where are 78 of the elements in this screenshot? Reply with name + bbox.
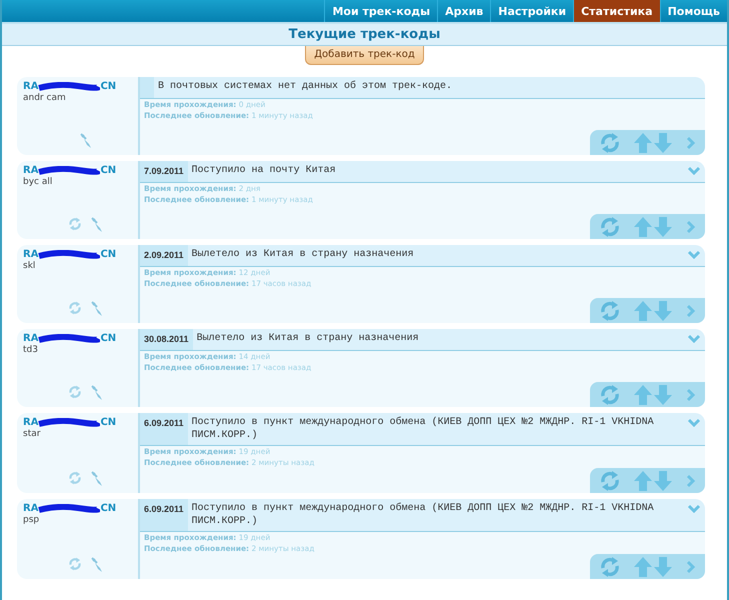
next-icon[interactable]	[686, 136, 696, 150]
next-icon[interactable]	[686, 220, 696, 234]
move-up-icon[interactable]	[633, 216, 654, 238]
satellite-icon[interactable]	[90, 385, 104, 401]
status-message: Поступило в пункт международного обмена (КИЕВ ДОПП ЦЕХ №2 МЖДНР. RI-1 VKHIDNA ПИСМ.КОРР.)	[190, 502, 655, 529]
move-up-icon[interactable]	[633, 556, 654, 578]
satellite-icon[interactable]	[90, 301, 104, 317]
expand-chevron-icon[interactable]	[687, 334, 701, 343]
move-up-icon[interactable]	[633, 470, 654, 492]
refresh-icon[interactable]	[599, 132, 622, 154]
refresh-icon[interactable]	[599, 556, 622, 578]
status-message: Поступило на почту Китая	[190, 164, 337, 178]
event-date: 6.09.2011	[140, 499, 188, 531]
refresh-icon[interactable]	[68, 471, 82, 485]
satellite-icon[interactable]	[90, 217, 104, 233]
track-name: byc all	[23, 177, 54, 187]
move-down-icon[interactable]	[653, 132, 674, 154]
expand-chevron-icon[interactable]	[687, 504, 701, 513]
event-date: 7.09.2011	[140, 161, 188, 182]
track-name: td3	[23, 345, 39, 355]
refresh-icon[interactable]	[68, 557, 82, 571]
redaction-scribble	[38, 82, 100, 92]
status-message: Поступило в пункт международного обмена (КИЕВ ДОПП ЦЕХ №2 МЖДНР. RI-1 VKHIDNA ПИСМ.КОРР.)	[190, 416, 655, 443]
page-title: Текущие трек-коды	[2, 22, 727, 46]
move-up-icon[interactable]	[633, 300, 654, 322]
satellite-icon[interactable]	[90, 557, 104, 573]
move-up-icon[interactable]	[633, 132, 654, 154]
refresh-icon[interactable]	[68, 217, 82, 231]
redaction-scribble	[38, 250, 100, 260]
redaction-scribble	[38, 166, 100, 176]
track-code[interactable]: CN	[100, 249, 116, 260]
next-icon[interactable]	[686, 560, 696, 574]
track-code[interactable]: RA	[23, 165, 38, 176]
track-code[interactable]: CN	[100, 165, 116, 176]
refresh-icon[interactable]	[68, 385, 82, 399]
track-code[interactable]: RA	[23, 417, 38, 428]
next-icon[interactable]	[686, 388, 696, 402]
move-down-icon[interactable]	[653, 300, 674, 322]
redaction-scribble	[38, 504, 100, 514]
next-icon[interactable]	[686, 304, 696, 318]
satellite-icon[interactable]	[90, 471, 104, 487]
redaction-scribble	[38, 418, 100, 428]
refresh-icon[interactable]	[599, 384, 622, 406]
redaction-scribble	[38, 334, 100, 344]
expand-chevron-icon[interactable]	[687, 418, 701, 427]
move-up-icon[interactable]	[633, 384, 654, 406]
move-down-icon[interactable]	[653, 470, 674, 492]
expand-chevron-icon[interactable]	[687, 166, 701, 175]
move-down-icon[interactable]	[653, 216, 674, 238]
event-date: 6.09.2011	[140, 413, 188, 445]
track-code[interactable]: CN	[100, 503, 116, 514]
track-name: andr cam	[23, 93, 67, 103]
track-name: star	[23, 429, 42, 439]
status-message: Вылетело из Китая в страну назначения	[196, 332, 420, 346]
track-name: psp	[23, 515, 40, 525]
expand-chevron-icon[interactable]	[687, 250, 701, 259]
event-date: 2.09.2011	[140, 245, 188, 266]
track-code[interactable]: CN	[100, 417, 116, 428]
event-date: 30.08.2011	[140, 329, 193, 350]
add-track-button[interactable]: Добавить трек-код	[305, 46, 424, 65]
refresh-icon[interactable]	[599, 216, 622, 238]
status-message: В почтовых системах нет данных об этом трек-коде.	[157, 80, 454, 94]
track-name: skl	[23, 261, 36, 271]
refresh-icon[interactable]	[599, 300, 622, 322]
refresh-icon[interactable]	[599, 470, 622, 492]
refresh-icon[interactable]	[68, 301, 82, 315]
nav-tab[interactable]: Статистика	[573, 0, 660, 22]
track-code[interactable]: RA	[23, 333, 38, 344]
track-code[interactable]: RA	[23, 503, 38, 514]
move-down-icon[interactable]	[653, 384, 674, 406]
satellite-icon[interactable]	[78, 133, 92, 149]
track-code[interactable]: RA	[23, 81, 38, 92]
track-code[interactable]: CN	[100, 333, 116, 344]
next-icon[interactable]	[686, 474, 696, 488]
track-code[interactable]: RA	[23, 249, 38, 260]
status-message: Вылетело из Китая в страну назначения	[190, 248, 415, 262]
move-down-icon[interactable]	[653, 556, 674, 578]
track-code[interactable]: CN	[100, 81, 116, 92]
